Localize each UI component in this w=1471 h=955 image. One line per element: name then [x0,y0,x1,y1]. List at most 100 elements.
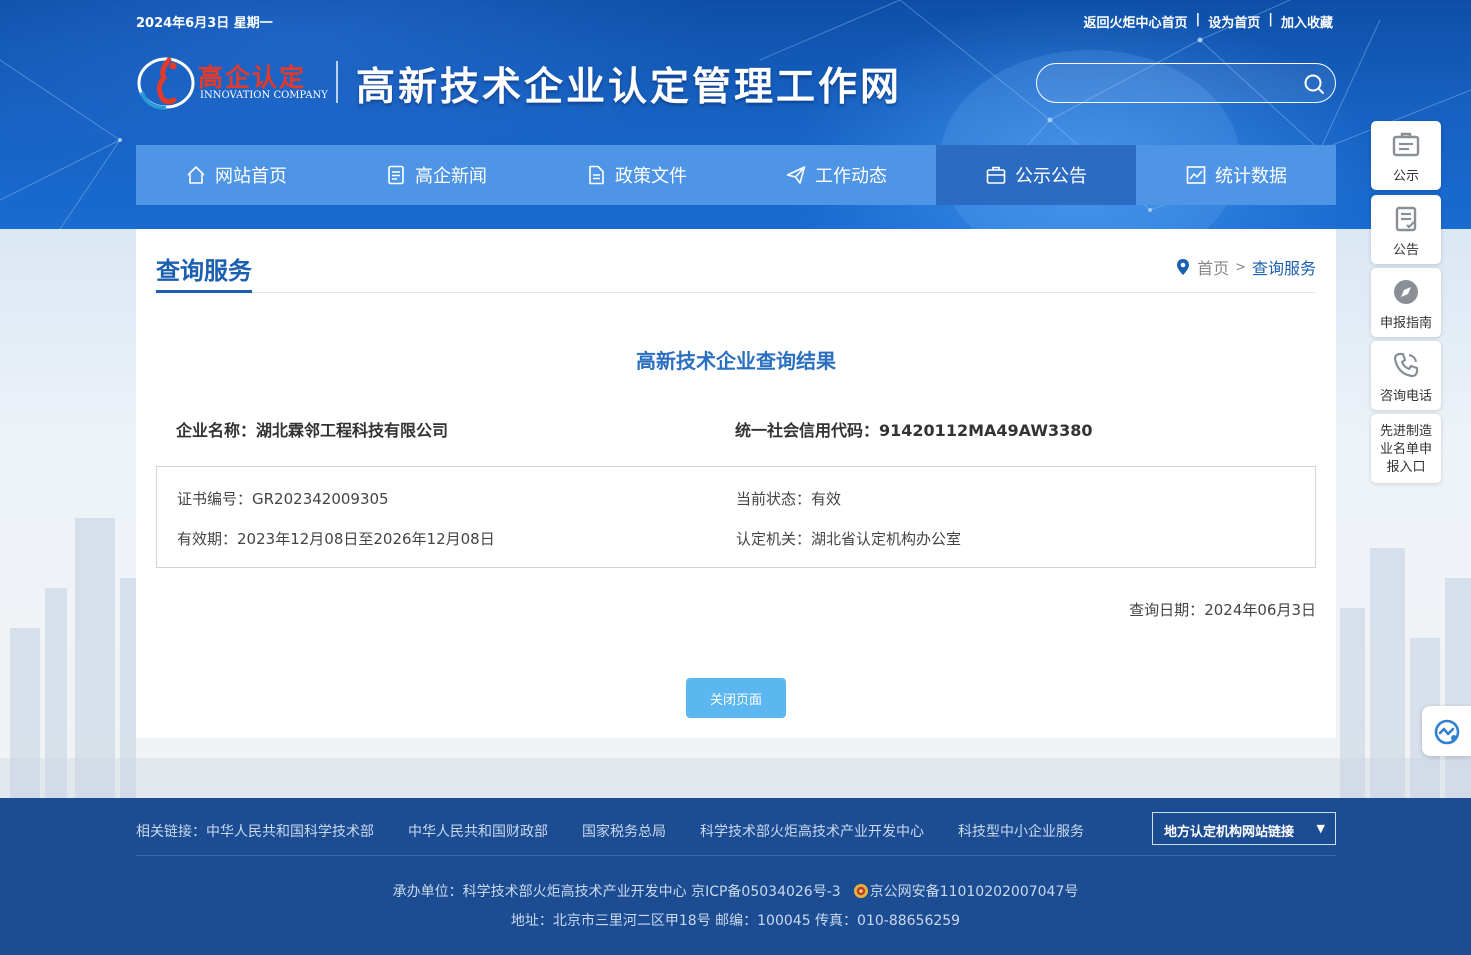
nav-label: 网站首页 [215,166,287,187]
host-icp-text: 承办单位：科学技术部火炬高技术产业开发中心 京ICP备05034026号-3 [392,884,841,900]
site-title: 高新技术企业认定管理工作网 [356,64,903,110]
logo-text: 高企认定 [198,63,307,92]
certificate-number: 证书编号：GR202342009305 [177,488,389,509]
validity-period-label: 有效期： [177,530,238,548]
local-agency-select-value: 地方认定机构网站链接 [1164,825,1295,840]
chart-icon [1186,166,1206,184]
compass-icon [1394,280,1418,304]
footer-host-info: 承办单位：科学技术部火炬高技术产业开发中心 京ICP备05034026号-3 京… [0,881,1471,901]
side-item-label: 申报指南 [1379,316,1432,331]
credit-code-value: 91420112MA49AW3380 [879,421,1093,440]
panel-header: 查询服务 首页 > 查询服务 [156,249,1316,293]
nav-label: 统计数据 [1215,166,1287,187]
nav-item-announcement[interactable]: 公示公告 [936,145,1136,205]
nav-label: 公示公告 [1015,166,1087,187]
certificate-number-label: 证书编号： [177,490,253,508]
breadcrumb-current[interactable]: 查询服务 [1252,255,1316,279]
certifying-authority-value: 湖北省认定机构办公室 [811,530,962,548]
separator: | [1268,12,1273,27]
briefcase-icon [986,166,1006,184]
search-box [1036,63,1336,103]
link-tax[interactable]: 国家税务总局 [582,821,666,841]
search-icon[interactable] [1303,73,1325,95]
service-chat-icon [1434,719,1460,745]
location-pin-icon [1177,259,1190,275]
side-item-announcement[interactable]: 公告 [1371,195,1441,264]
company-name-value: 湖北霖邻工程科技有限公司 [256,421,449,440]
top-bar: 2024年6月3日 星期一 返回火炬中心首页 | 设为首页 | 加入收藏 [136,10,1336,31]
breadcrumb-separator: > [1235,259,1246,275]
notice-board-icon [1392,132,1420,157]
police-badge-icon [853,884,868,898]
home-icon [187,166,205,184]
side-item-hotline[interactable]: 咨询电话 [1371,341,1441,410]
side-item-label-line: 业名单申 [1379,442,1432,457]
query-date-label: 查询日期： [1129,601,1205,619]
certifying-authority: 认定机关：湖北省认定机构办公室 [736,528,961,549]
main-nav: 网站首页 高企新闻 政策文件 工作动态 公示公告 统计数据 [136,145,1336,205]
side-item-advanced-manufacturing-entry[interactable]: 先进制造 业名单申 报入口 [1371,414,1441,483]
company-name-label: 企业名称： [176,421,257,440]
nav-item-work[interactable]: 工作动态 [736,145,936,205]
back-home-link[interactable]: 返回火炬中心首页 [1083,12,1187,31]
side-item-public-notice[interactable]: 公示 [1371,121,1441,190]
breadcrumb: 首页 > 查询服务 [1175,255,1316,279]
side-item-label-line: 先进制造 [1379,424,1432,439]
footer-address: 地址：北京市三里河二区甲18号 邮编：100045 传真：010-8865625… [510,913,961,929]
footer-divider [136,855,1336,856]
close-page-button[interactable]: 关闭页面 [686,678,786,718]
logo-divider [336,61,338,103]
header-banner: 2024年6月3日 星期一 返回火炬中心首页 | 设为首页 | 加入收藏 高企认… [0,0,1471,229]
side-item-label: 公告 [1392,243,1419,258]
link-mof[interactable]: 中华人民共和国财政部 [408,821,548,841]
nav-item-policy[interactable]: 政策文件 [536,145,736,205]
nav-label: 高企新闻 [415,166,487,187]
side-item-guide[interactable]: 申报指南 [1371,268,1441,337]
site-logo[interactable]: 高企认定 INNOVATION COMPANY 高新技术企业认定管理工作网 [136,52,916,112]
news-icon [388,165,404,185]
validity-period: 有效期：2023年12月08日至2026年12月08日 [177,528,495,549]
clipboard-icon [1395,206,1417,232]
link-torch-center[interactable]: 科学技术部火炬高技术产业开发中心 [700,821,924,841]
current-date: 2024年6月3日 星期一 [136,16,273,31]
company-name: 企业名称：湖北霖邻工程科技有限公司 [176,417,448,441]
query-result-panel: 查询服务 首页 > 查询服务 高新技术企业查询结果 企业名称：湖北霖邻工程科技有… [136,229,1336,738]
nav-label: 工作动态 [815,166,887,187]
result-title: 高新技术企业查询结果 [636,349,836,373]
current-status-value: 有效 [811,490,842,508]
query-date: 查询日期：2024年06月3日 [1129,599,1316,620]
logo-subtext: INNOVATION COMPANY [200,90,328,101]
dropdown-arrow-icon: ▼ [1316,822,1325,835]
certificate-number-value: GR202342009305 [252,490,389,508]
page-title: 查询服务 [156,249,252,293]
set-homepage-link[interactable]: 设为首页 [1208,12,1260,31]
separator: | [1195,12,1201,27]
current-status-label: 当前状态： [736,490,812,508]
credit-code-label: 统一社会信用代码： [735,421,880,440]
side-item-label-line: 报入口 [1386,460,1426,475]
top-links: 返回火炬中心首页 | 设为首页 | 加入收藏 [1083,12,1333,31]
link-most[interactable]: 中华人民共和国科学技术部 [206,821,374,841]
related-links: 相关链接： 中华人民共和国科学技术部 中华人民共和国财政部 国家税务总局 科学技… [136,821,1118,841]
link-sme-service[interactable]: 科技型中小企业服务 [958,821,1084,841]
footer: 相关链接： 中华人民共和国科学技术部 中华人民共和国财政部 国家税务总局 科学技… [0,798,1471,955]
nav-item-statistics[interactable]: 统计数据 [1136,145,1336,205]
nav-label: 政策文件 [615,166,687,187]
nav-item-news[interactable]: 高企新闻 [336,145,536,205]
search-input[interactable] [1053,72,1293,94]
add-favorite-link[interactable]: 加入收藏 [1281,12,1333,31]
police-record-link[interactable]: 京公网安备11010202007047号 [870,884,1079,900]
certifying-authority-label: 认定机关： [736,530,812,548]
breadcrumb-home[interactable]: 首页 [1197,255,1229,279]
validity-period-value: 2023年12月08日至2026年12月08日 [237,530,495,548]
credit-code: 统一社会信用代码：91420112MA49AW3380 [735,417,1093,441]
paper-plane-icon [786,166,806,184]
online-service-button[interactable] [1422,706,1471,756]
document-icon [589,165,604,185]
certificate-info-box: 证书编号：GR202342009305 当前状态：有效 有效期：2023年12月… [156,466,1316,568]
logo-mark-icon [137,57,195,110]
local-agency-select[interactable]: 地方认定机构网站链接 ▼ [1152,812,1336,845]
current-status: 当前状态：有效 [736,488,841,509]
phone-icon [1393,352,1419,378]
nav-item-home[interactable]: 网站首页 [136,145,336,205]
